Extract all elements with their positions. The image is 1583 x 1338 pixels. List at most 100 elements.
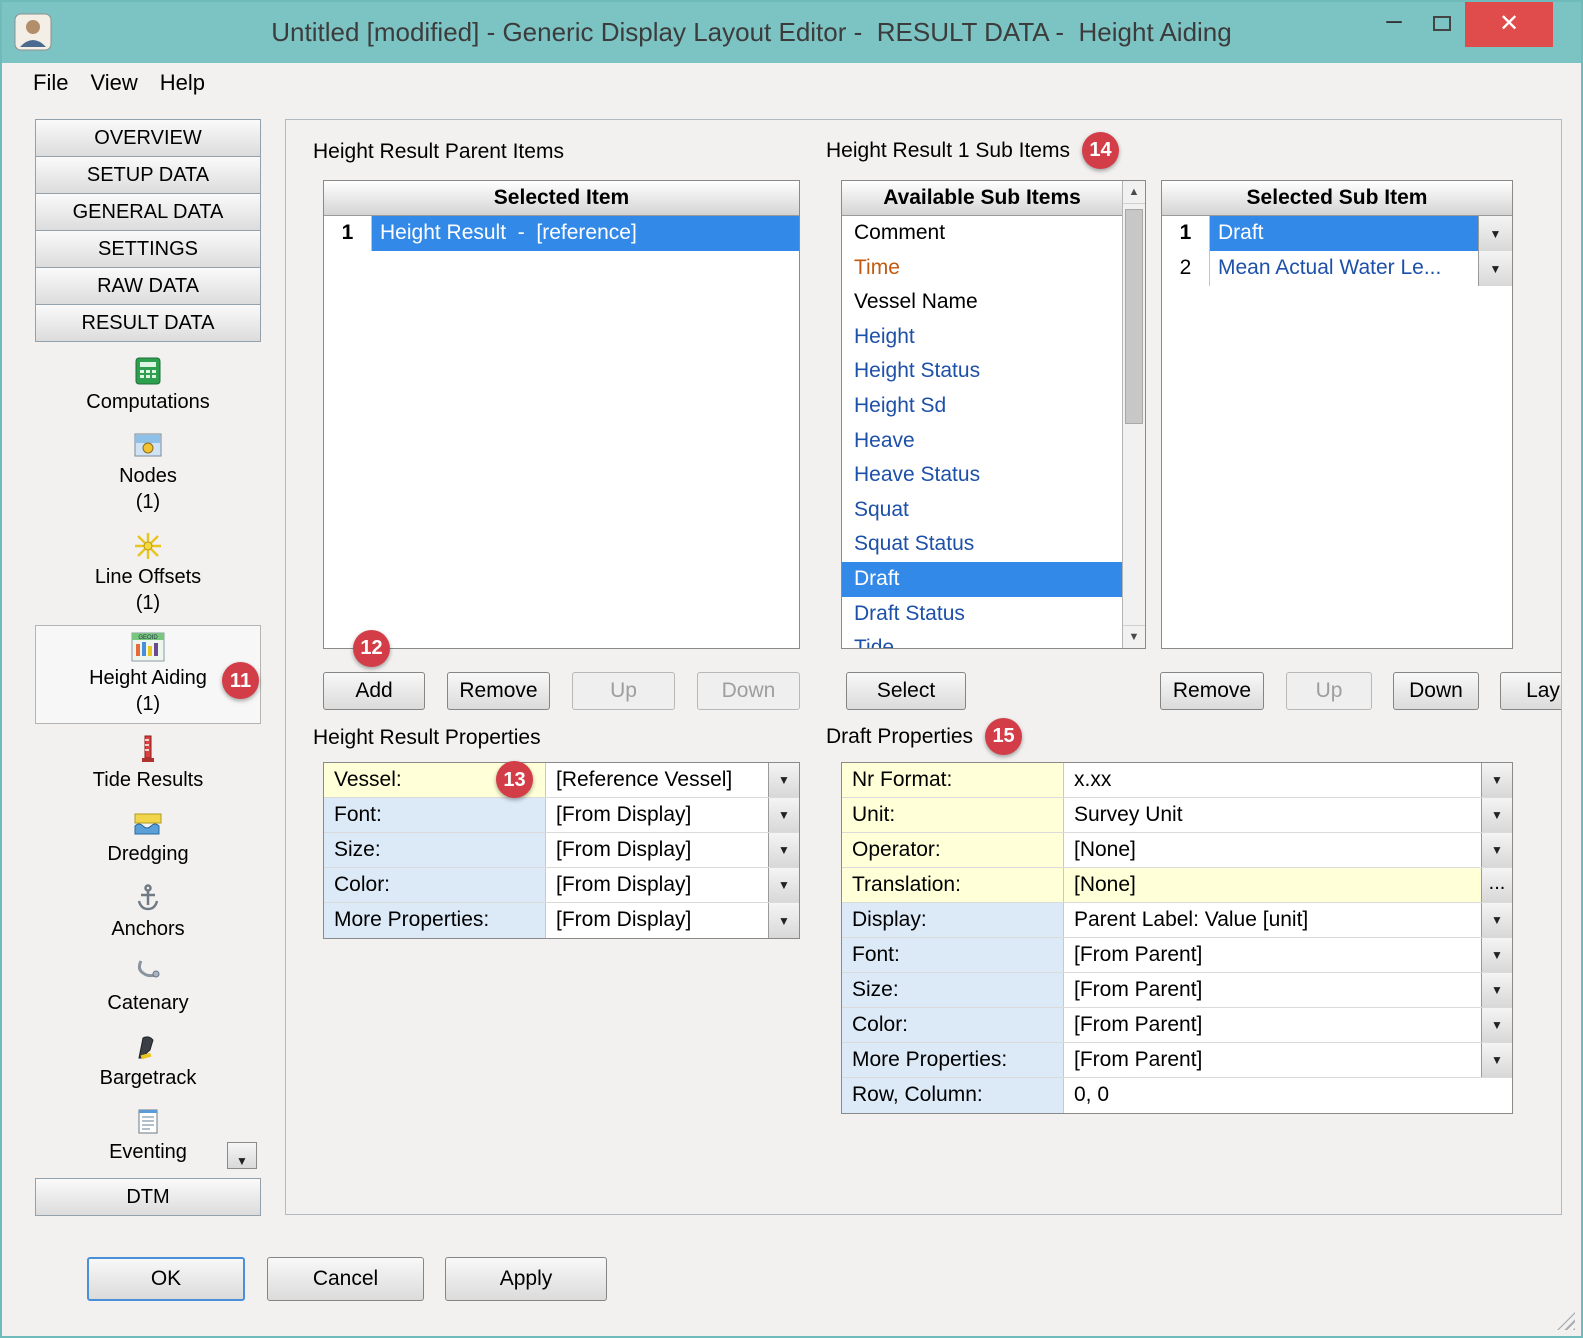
dropdown-button[interactable] xyxy=(768,903,799,938)
property-value[interactable]: [Reference Vessel] xyxy=(546,763,768,797)
up-sub-button[interactable]: Up xyxy=(1286,672,1372,710)
dropdown-button[interactable] xyxy=(768,763,799,797)
dropdown-button[interactable] xyxy=(768,798,799,832)
sidebar-item-result-data[interactable]: RESULT DATA xyxy=(35,304,261,342)
tree-item-height-aiding[interactable]: GEOID Height Aiding (1) 11 xyxy=(35,625,261,724)
property-value[interactable]: [From Parent] xyxy=(1064,973,1481,1007)
scrollbar-thumb[interactable] xyxy=(1125,209,1143,424)
resize-grip[interactable] xyxy=(1557,1312,1575,1330)
dropdown-button[interactable] xyxy=(1481,798,1512,832)
list-item[interactable]: Height xyxy=(842,320,1122,355)
apply-button[interactable]: Apply xyxy=(445,1257,607,1301)
property-value[interactable]: 0, 0 xyxy=(1064,1078,1512,1113)
dropdown-button[interactable] xyxy=(1481,763,1512,797)
property-value[interactable]: [From Display] xyxy=(546,798,768,832)
property-value[interactable]: [From Parent] xyxy=(1064,938,1481,972)
property-value[interactable]: [From Parent] xyxy=(1064,1043,1481,1077)
ok-button[interactable]: OK xyxy=(87,1257,245,1301)
dropdown-button[interactable] xyxy=(1481,833,1512,867)
list-item[interactable]: Heave Status xyxy=(842,458,1122,493)
dropdown-button[interactable] xyxy=(1481,1008,1512,1042)
line-offsets-icon xyxy=(133,531,163,564)
sidebar-item-general-data[interactable]: GENERAL DATA xyxy=(35,193,261,231)
menu-file[interactable]: File xyxy=(22,70,79,96)
dropdown-button[interactable] xyxy=(768,868,799,902)
sub-items-section-title: Height Result 1 Sub Items 14 xyxy=(826,132,1119,169)
tree-scroll-down-button[interactable] xyxy=(227,1142,257,1169)
list-item[interactable]: Draft Status xyxy=(842,597,1122,632)
layout-button[interactable]: Lay xyxy=(1500,672,1562,710)
section-title-text: Height Result Properties xyxy=(313,726,541,750)
property-value[interactable]: [From Parent] xyxy=(1064,1008,1481,1042)
sidebar-item-setup-data[interactable]: SETUP DATA xyxy=(35,156,261,194)
tree-item-dredging[interactable]: Dredging xyxy=(35,802,261,873)
down-sub-button[interactable]: Down xyxy=(1393,672,1479,710)
dropdown-button[interactable] xyxy=(1481,973,1512,1007)
sidebar-item-raw-data[interactable]: RAW DATA xyxy=(35,267,261,305)
menu-view[interactable]: View xyxy=(79,70,148,96)
add-button[interactable]: Add xyxy=(323,672,425,710)
property-value[interactable]: Survey Unit xyxy=(1064,798,1481,832)
dropdown-button[interactable] xyxy=(1481,1043,1512,1077)
table-row[interactable]: 1 Draft xyxy=(1162,216,1512,251)
row-value[interactable]: Height Result - [reference] xyxy=(372,216,799,251)
tree-item-eventing[interactable]: Eventing xyxy=(35,1100,261,1171)
list-item[interactable]: Heave xyxy=(842,424,1122,459)
property-value[interactable]: x.xx xyxy=(1064,763,1481,797)
dropdown-button[interactable] xyxy=(1478,216,1512,251)
tree-item-anchors[interactable]: Anchors xyxy=(35,877,261,948)
scroll-up-icon[interactable]: ▲ xyxy=(1123,181,1145,204)
dropdown-button[interactable] xyxy=(1481,938,1512,972)
dropdown-button[interactable] xyxy=(1481,903,1512,937)
row-value[interactable]: Draft xyxy=(1210,216,1478,251)
scrollbar[interactable]: ▲ ▼ xyxy=(1122,181,1145,648)
dropdown-button[interactable] xyxy=(1478,251,1512,286)
menu-help[interactable]: Help xyxy=(149,70,216,96)
up-button[interactable]: Up xyxy=(572,672,675,710)
dropdown-button[interactable] xyxy=(768,833,799,867)
property-row-color: Color: [From Display] xyxy=(324,868,799,903)
list-item[interactable]: Height Sd xyxy=(842,389,1122,424)
tree-item-tide-results[interactable]: Tide Results xyxy=(35,728,261,799)
sidebar-item-overview[interactable]: OVERVIEW xyxy=(35,119,261,157)
tree-item-label: Dredging xyxy=(107,841,188,867)
tree-item-line-offsets[interactable]: Line Offsets (1) xyxy=(35,525,261,622)
list-item[interactable]: Squat Status xyxy=(842,527,1122,562)
row-value[interactable]: Mean Actual Water Le... xyxy=(1210,251,1478,286)
cancel-button[interactable]: Cancel xyxy=(267,1257,424,1301)
ellipsis-button[interactable]: ... xyxy=(1481,868,1512,902)
property-value[interactable]: [None] xyxy=(1064,833,1481,867)
select-button[interactable]: Select xyxy=(846,672,966,710)
list-item[interactable]: Vessel Name xyxy=(842,285,1122,320)
remove-button[interactable]: Remove xyxy=(447,672,550,710)
maximize-button[interactable] xyxy=(1420,2,1464,47)
property-value[interactable]: [From Display] xyxy=(546,833,768,867)
height-result-properties-title: Height Result Properties xyxy=(313,726,541,750)
tree-item-nodes[interactable]: Nodes (1) xyxy=(35,424,261,521)
list-item-selected[interactable]: Draft xyxy=(842,562,1122,597)
property-value[interactable]: [From Display] xyxy=(546,868,768,902)
tree-item-computations[interactable]: Computations xyxy=(35,350,261,421)
down-button[interactable]: Down xyxy=(697,672,800,710)
sidebar-item-dtm[interactable]: DTM xyxy=(35,1178,261,1216)
table-row[interactable]: 1 Height Result - [reference] xyxy=(324,216,799,251)
tree-item-bargetrack[interactable]: Bargetrack xyxy=(35,1026,261,1097)
tree-item-catenary[interactable]: Catenary xyxy=(35,951,261,1022)
close-button[interactable]: ✕ xyxy=(1465,2,1553,47)
scroll-down-icon[interactable]: ▼ xyxy=(1123,625,1145,648)
list-item[interactable]: Tide xyxy=(842,631,1122,648)
property-value[interactable]: [From Display] xyxy=(546,903,768,938)
sidebar-item-settings[interactable]: SETTINGS xyxy=(35,230,261,268)
property-row-unit: Unit: Survey Unit xyxy=(842,798,1512,833)
anchor-icon xyxy=(133,883,163,916)
minimize-button[interactable]: – xyxy=(1372,2,1416,47)
property-value[interactable]: [None] xyxy=(1064,868,1481,902)
table-row[interactable]: 2 Mean Actual Water Le... xyxy=(1162,251,1512,286)
list-item[interactable]: Time xyxy=(842,251,1122,286)
remove-sub-button[interactable]: Remove xyxy=(1160,672,1264,710)
list-item[interactable]: Squat xyxy=(842,493,1122,528)
list-item[interactable]: Comment xyxy=(842,216,1122,251)
property-value[interactable]: Parent Label: Value [unit] xyxy=(1064,903,1481,937)
list-item[interactable]: Height Status xyxy=(842,354,1122,389)
computations-icon xyxy=(133,356,163,389)
